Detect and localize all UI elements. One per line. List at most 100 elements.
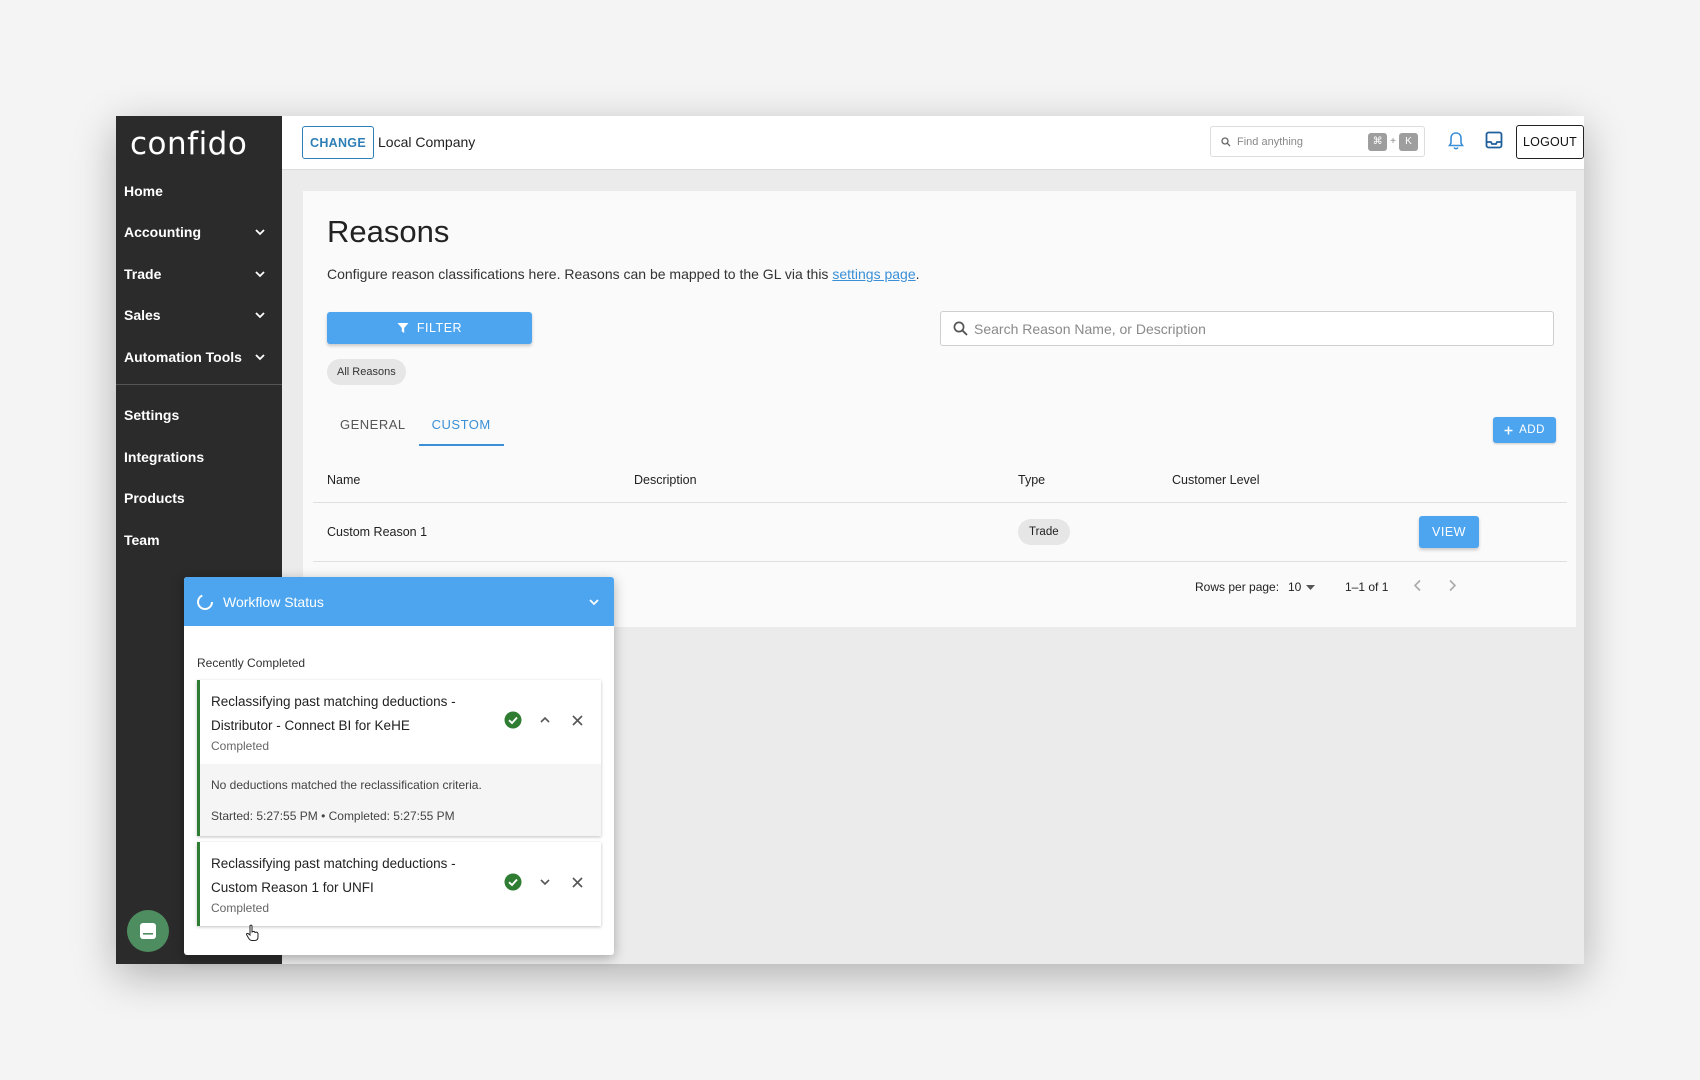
sidebar-item-label: Settings <box>124 407 180 424</box>
filter-icon <box>397 323 409 333</box>
page-subtitle: Configure reason classifications here. R… <box>327 266 920 282</box>
chat-button[interactable] <box>127 910 169 952</box>
sidebar-item-products[interactable]: Products <box>116 478 282 520</box>
plus-icon <box>1504 426 1513 434</box>
loading-spinner-icon <box>197 593 213 610</box>
cell-name: Custom Reason 1 <box>327 525 428 539</box>
prev-page-button[interactable] <box>1413 579 1423 595</box>
workflow-job-details: No deductions matched the reclassificati… <box>200 764 601 836</box>
sidebar-item-label: Accounting <box>124 224 201 241</box>
top-bar: CHANGE Local Company Find anything ⌘ + K… <box>282 116 1584 170</box>
workflow-job-title: Reclassifying past matching deductions -… <box>211 694 456 733</box>
logout-button[interactable]: LOGOUT <box>1516 125 1584 159</box>
column-header-customer-level[interactable]: Customer Level <box>1172 473 1260 487</box>
column-header-name[interactable]: Name <box>327 473 360 487</box>
chevron-down-icon <box>255 229 265 236</box>
workflow-job-times: Started: 5:27:55 PM • Completed: 5:27:55… <box>211 809 455 823</box>
chevron-down-icon <box>255 354 265 361</box>
check-circle-icon <box>503 710 523 730</box>
shortcut-key-cmd: ⌘ <box>1368 132 1388 151</box>
confido-logo[interactable]: confido <box>130 126 247 162</box>
sidebar-item-label: Home <box>124 182 163 199</box>
sidebar-item-integrations[interactable]: Integrations <box>116 436 282 478</box>
sidebar-item-label: Integrations <box>124 448 205 465</box>
rows-per-page-label: Rows per page: <box>1195 580 1280 594</box>
workflow-job-actions <box>503 710 587 730</box>
check-circle-icon <box>503 872 523 892</box>
workflow-status-header[interactable]: Workflow Status <box>184 577 614 626</box>
sidebar-item-sales[interactable]: Sales <box>116 295 282 337</box>
chevron-right-icon <box>1449 579 1457 592</box>
sidebar-divider <box>116 383 282 385</box>
reasons-card: Reasons Configure reason classifications… <box>303 191 1576 627</box>
close-icon <box>571 876 583 888</box>
sidebar-item-label: Products <box>124 490 185 507</box>
dismiss-job-button[interactable] <box>567 872 587 892</box>
sidebar-item-settings[interactable]: Settings <box>116 395 282 437</box>
collapse-job-button[interactable] <box>535 710 555 730</box>
chevron-down-icon <box>540 879 550 886</box>
caret-down-icon <box>1306 584 1316 590</box>
workflow-job-actions <box>503 872 587 892</box>
table-row: Custom Reason 1 Trade VIEW <box>313 503 1567 562</box>
reason-search-box <box>940 311 1554 346</box>
workflow-status-title: Workflow Status <box>223 593 324 610</box>
recently-completed-label: Recently Completed <box>197 656 306 670</box>
column-header-description[interactable]: Description <box>634 473 697 487</box>
sidebar-item-label: Automation Tools <box>124 348 242 365</box>
expand-job-button[interactable] <box>535 872 555 892</box>
workflow-job-summary: Reclassifying past matching deductions -… <box>200 680 601 764</box>
table-header: Name Description Type Customer Level <box>313 457 1567 503</box>
rows-per-page-value: 10 <box>1288 580 1302 594</box>
dismiss-job-button[interactable] <box>567 710 587 730</box>
bell-icon[interactable] <box>1447 131 1465 156</box>
sidebar-item-team[interactable]: Team <box>116 519 282 561</box>
reason-search-input[interactable] <box>974 320 1541 337</box>
filter-button[interactable]: FILTER <box>327 312 532 344</box>
subtitle-suffix: . <box>915 266 920 282</box>
chevron-up-icon <box>540 716 550 723</box>
chevron-down-icon[interactable] <box>588 596 600 608</box>
global-search[interactable]: Find anything ⌘ + K <box>1210 126 1425 157</box>
workflow-job-status: Completed <box>211 739 270 753</box>
inbox-icon[interactable] <box>1485 131 1503 154</box>
sidebar-item-label: Sales <box>124 307 161 324</box>
add-reason-button[interactable]: ADD <box>1493 417 1556 443</box>
column-header-type[interactable]: Type <box>1018 473 1045 487</box>
workflow-job-message: No deductions matched the reclassificati… <box>211 778 482 792</box>
settings-page-link[interactable]: settings page <box>832 266 915 282</box>
workflow-job-status: Completed <box>211 901 270 915</box>
tab-custom[interactable]: CUSTOM <box>418 404 504 446</box>
sidebar-item-label: Team <box>124 531 160 548</box>
workflow-job-card: Reclassifying past matching deductions -… <box>197 842 601 926</box>
sidebar-item-automation-tools[interactable]: Automation Tools <box>116 336 282 378</box>
chevron-down-icon <box>255 312 265 319</box>
reason-tabs: GENERAL CUSTOM <box>327 404 504 446</box>
sidebar-item-label: Trade <box>124 265 162 282</box>
filter-chip-all-reasons[interactable]: All Reasons <box>327 359 406 385</box>
pointer-hand-cursor-icon <box>245 924 259 941</box>
global-search-placeholder: Find anything <box>1237 135 1304 148</box>
sidebar-item-trade[interactable]: Trade <box>116 253 282 295</box>
pagination-range: 1–1 of 1 <box>1345 580 1389 594</box>
next-page-button[interactable] <box>1447 579 1457 595</box>
close-icon <box>571 714 583 726</box>
add-label: ADD <box>1519 424 1545 436</box>
workflow-job-title: Reclassifying past matching deductions -… <box>211 856 456 895</box>
sidebar-item-home[interactable]: Home <box>116 170 282 212</box>
sidebar-nav: Home Accounting Trade Sales Automation T… <box>116 170 282 561</box>
chevron-down-icon <box>255 271 265 278</box>
workflow-job-summary: Reclassifying past matching deductions -… <box>200 842 601 926</box>
shortcut-key-k: K <box>1399 132 1418 151</box>
filter-label: FILTER <box>416 321 463 335</box>
view-button[interactable]: VIEW <box>1419 516 1479 548</box>
workflow-status-panel: Workflow Status Recently Completed Recla… <box>184 577 614 955</box>
workflow-job-card: Reclassifying past matching deductions -… <box>197 680 601 836</box>
rows-per-page-select[interactable]: 10 <box>1288 580 1316 594</box>
page-title: Reasons <box>327 214 450 249</box>
subtitle-text: Configure reason classifications here. R… <box>327 266 833 282</box>
sidebar-item-accounting[interactable]: Accounting <box>116 212 282 254</box>
tab-general[interactable]: GENERAL <box>327 404 419 444</box>
change-company-button[interactable]: CHANGE <box>302 126 374 159</box>
search-icon <box>953 321 968 336</box>
